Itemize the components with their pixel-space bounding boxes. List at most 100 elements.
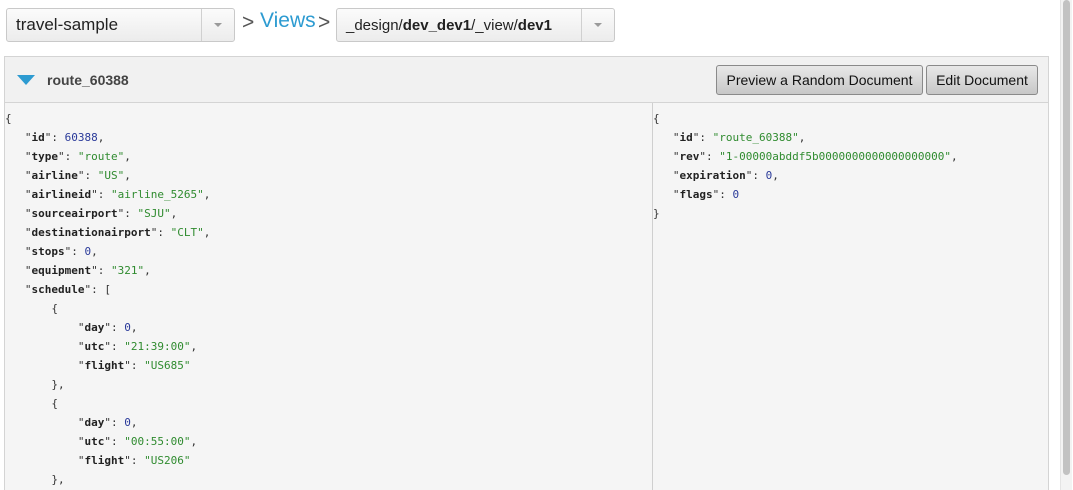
code-token: ": xyxy=(117,207,138,220)
code-token: "airline_5265" xyxy=(110,188,204,201)
code-token: "route_60388" xyxy=(712,131,799,144)
code-token: ": xyxy=(58,150,78,163)
code-line: "day": 0, xyxy=(5,413,652,432)
view-dropdown-button[interactable] xyxy=(581,9,614,41)
code-line: "expiration": 0, xyxy=(653,166,1048,185)
code-token: ": xyxy=(104,340,125,353)
code-token: " xyxy=(5,169,32,182)
code-token: " xyxy=(653,131,680,144)
breadcrumb-separator: > xyxy=(318,11,331,34)
code-line: { xyxy=(5,394,652,413)
code-token: , xyxy=(144,264,151,277)
code-line: "schedule": [ xyxy=(5,280,652,299)
code-line: "utc": "00:55:00", xyxy=(5,432,652,451)
chevron-down-icon xyxy=(594,23,602,27)
code-line: "day": 0, xyxy=(5,318,652,337)
code-token: , xyxy=(130,321,138,334)
code-token: rev xyxy=(679,150,700,163)
code-token: "US" xyxy=(97,169,125,182)
page-scrollbar[interactable] xyxy=(1060,0,1072,490)
code-token: 0 xyxy=(732,188,740,201)
code-token: utc xyxy=(84,435,105,448)
code-token: "CLT" xyxy=(170,226,204,239)
view-prefix: _design/ xyxy=(346,16,403,34)
code-token: ": xyxy=(104,416,125,429)
code-token: "00:55:00" xyxy=(124,435,191,448)
code-token: , xyxy=(798,131,806,144)
code-token: airlineid xyxy=(31,188,92,201)
code-token: }, xyxy=(5,378,65,391)
code-token: ": xyxy=(699,150,720,163)
code-token: schedule xyxy=(31,283,85,296)
code-token: , xyxy=(190,435,198,448)
code-line: "destinationairport": "CLT", xyxy=(5,223,652,242)
views-link[interactable]: Views xyxy=(260,9,316,33)
code-token: ": xyxy=(104,435,125,448)
code-line: { xyxy=(653,109,1048,128)
bucket-select-value: travel-sample xyxy=(16,15,119,34)
bucket-dropdown-button[interactable] xyxy=(201,9,234,41)
code-token: "US206" xyxy=(144,454,191,467)
bucket-select[interactable]: travel-sample xyxy=(6,8,235,42)
code-token: { xyxy=(5,112,12,125)
code-token: "21:39:00" xyxy=(124,340,191,353)
code-token: ": xyxy=(150,226,171,239)
code-token: equipment xyxy=(31,264,92,277)
code-token: { xyxy=(5,397,58,410)
code-token: "US685" xyxy=(144,359,191,372)
code-token: id xyxy=(31,131,45,144)
code-token: " xyxy=(5,435,85,448)
code-token: day xyxy=(84,321,105,334)
scrollbar-thumb[interactable] xyxy=(1063,0,1070,475)
code-token: ": xyxy=(77,169,98,182)
code-token: , xyxy=(130,416,138,429)
code-token: sourceairport xyxy=(31,207,118,220)
code-token: " xyxy=(5,245,32,258)
code-line: "equipment": "321", xyxy=(5,261,652,280)
breadcrumb-separator: > xyxy=(242,11,255,34)
document-id: route_60388 xyxy=(47,72,129,88)
code-line: { xyxy=(5,109,652,128)
code-token: type xyxy=(31,150,59,163)
code-token: " xyxy=(24,131,32,144)
code-line: "flags": 0 xyxy=(653,185,1048,204)
code-token: " xyxy=(5,321,85,334)
preview-random-document-button[interactable]: Preview a Random Document xyxy=(716,65,923,95)
code-token: " xyxy=(653,169,680,182)
code-line: "flight": "US685" xyxy=(5,356,652,375)
code-token: , xyxy=(951,150,958,163)
code-token: id xyxy=(679,131,693,144)
code-line: "airline": "US", xyxy=(5,166,652,185)
code-token: utc xyxy=(84,340,105,353)
code-line: "type": "route", xyxy=(5,147,652,166)
code-token: "route" xyxy=(77,150,125,163)
code-token: flags xyxy=(679,188,713,201)
code-line: "utc": "21:39:00", xyxy=(5,337,652,356)
code-token: " xyxy=(5,340,85,353)
edit-document-button[interactable]: Edit Document xyxy=(926,65,1038,95)
code-token: " xyxy=(5,150,32,163)
document-json-pane: { "id": 60388, "type": "route", "airline… xyxy=(5,103,653,490)
triangle-down-icon[interactable] xyxy=(17,75,35,85)
code-line: "flight": "US206" xyxy=(5,451,652,470)
code-token: airline xyxy=(31,169,78,182)
document-panel: route_60388 Preview a Random Document Ed… xyxy=(4,56,1049,490)
code-token: " xyxy=(5,416,85,429)
code-token: expiration xyxy=(679,169,746,182)
code-token: 0 xyxy=(124,321,131,334)
view-mid: /_view/ xyxy=(471,16,518,34)
code-line: }, xyxy=(5,470,652,489)
code-token: ": xyxy=(124,454,145,467)
code-token: ": xyxy=(64,245,85,258)
code-token: " xyxy=(653,150,680,163)
view-select[interactable]: _design/dev_dev1/_view/dev1 xyxy=(336,8,615,42)
code-token: } xyxy=(653,207,660,220)
code-token: , xyxy=(170,207,178,220)
code-token: " xyxy=(653,188,680,201)
code-token: stops xyxy=(31,245,65,258)
code-token: , xyxy=(97,131,105,144)
code-line: }, xyxy=(5,375,652,394)
code-token: , xyxy=(203,226,211,239)
code-token: ": [ xyxy=(84,283,111,296)
